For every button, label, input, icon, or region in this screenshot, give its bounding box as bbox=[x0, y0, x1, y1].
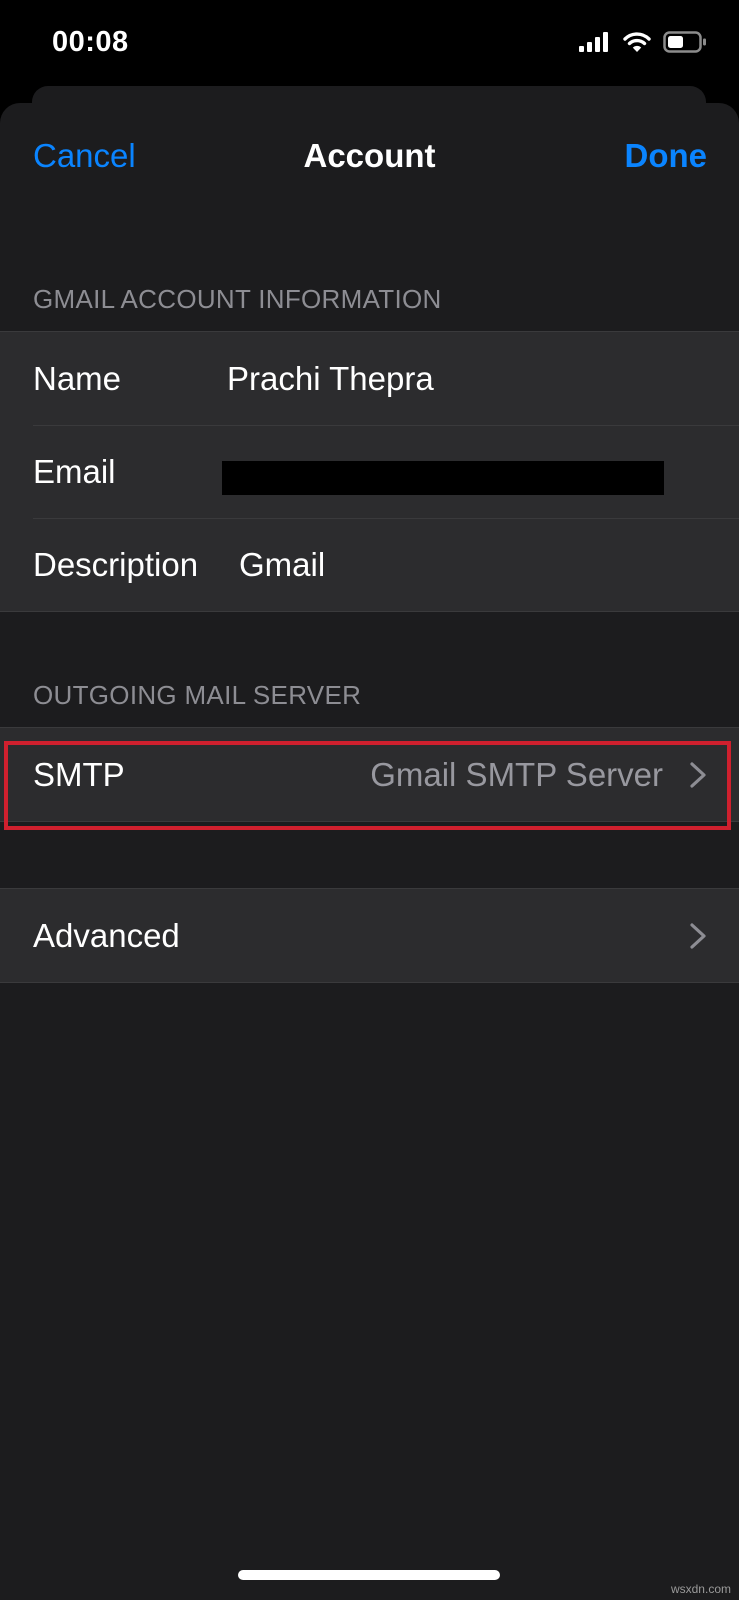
email-row[interactable]: Email bbox=[0, 425, 739, 518]
home-indicator[interactable] bbox=[238, 1570, 500, 1580]
done-button[interactable]: Done bbox=[625, 137, 708, 175]
cellular-signal-icon bbox=[579, 31, 611, 57]
chevron-right-icon bbox=[690, 762, 706, 788]
advanced-row[interactable]: Advanced bbox=[0, 889, 739, 982]
email-redaction-bar bbox=[222, 461, 664, 495]
section-header-outgoing: OUTGOING MAIL SERVER bbox=[33, 680, 362, 710]
status-icons bbox=[579, 30, 707, 58]
smtp-server-value: Gmail SMTP Server bbox=[370, 756, 663, 793]
name-row[interactable]: Name Prachi Thepra bbox=[0, 332, 739, 425]
name-label: Name bbox=[33, 360, 122, 397]
name-field[interactable]: Prachi Thepra bbox=[227, 332, 434, 425]
watermark: wsxdn.com bbox=[670, 1582, 731, 1596]
outgoing-server-group: SMTP Gmail SMTP Server bbox=[0, 727, 739, 822]
email-label: Email bbox=[33, 453, 116, 490]
section-header-account: GMAIL ACCOUNT INFORMATION bbox=[33, 284, 442, 314]
status-bar: 00:08 bbox=[0, 0, 739, 90]
chevron-right-icon bbox=[690, 923, 706, 949]
smtp-label: SMTP bbox=[33, 756, 125, 793]
status-time: 00:08 bbox=[52, 26, 129, 58]
smtp-row[interactable]: SMTP Gmail SMTP Server bbox=[0, 728, 739, 821]
account-info-group: Name Prachi Thepra Email Description Gma… bbox=[0, 331, 739, 612]
wifi-icon bbox=[623, 31, 651, 58]
advanced-label: Advanced bbox=[33, 917, 180, 954]
advanced-group: Advanced bbox=[0, 888, 739, 983]
account-sheet: Cancel Account Done GMAIL ACCOUNT INFORM… bbox=[0, 103, 739, 1600]
description-row[interactable]: Description Gmail bbox=[0, 518, 739, 611]
description-label: Description bbox=[33, 546, 199, 583]
nav-bar: Cancel Account Done bbox=[0, 103, 739, 213]
screen: 00:08 Cancel Account Done GMAIL ACCOUNT … bbox=[0, 0, 739, 1600]
battery-icon bbox=[663, 30, 707, 58]
description-field[interactable]: Gmail bbox=[239, 518, 325, 611]
